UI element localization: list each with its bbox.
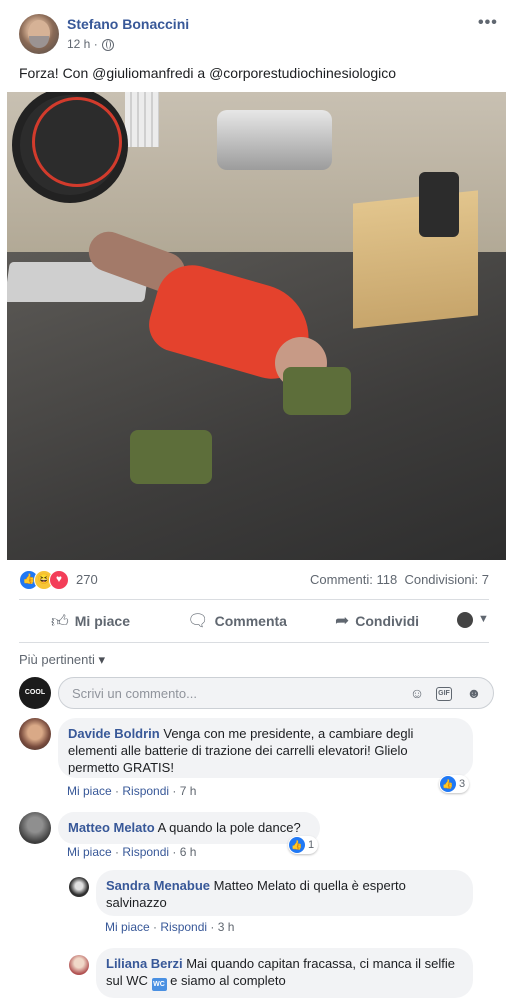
thumbs-up-icon: 👍︎	[51, 611, 69, 631]
reply-author[interactable]: Sandra Menabue	[106, 878, 210, 893]
reactions-bar: 👍 😆 ♥ 270 Commenti: 118 Condivisioni: 7	[19, 570, 489, 590]
post-photo[interactable]	[7, 92, 506, 560]
reply-bubble: Sandra Menabue Matteo Melato di quella è…	[96, 870, 473, 916]
love-reaction-icon[interactable]: ♥	[49, 570, 69, 590]
engagement-counts: Commenti: 118 Condivisioni: 7	[310, 572, 489, 587]
photo-radiator	[125, 92, 159, 147]
comment-author[interactable]: Matteo Melato	[68, 820, 155, 835]
comment-button[interactable]: 🗨︎ Commenta	[187, 600, 287, 642]
comment-bubble: Matteo Melato A quando la pole dance?	[58, 812, 320, 844]
comment-text: A quando la pole dance?	[157, 820, 301, 835]
photo-vibration-platform	[217, 110, 332, 170]
comment-bubble-icon: 🗨︎	[187, 611, 209, 630]
comment-input-placeholder: Scrivi un commento...	[72, 686, 197, 701]
audience-selector[interactable]: ▼	[457, 612, 491, 630]
comment-meta: Mi piace · Rispondi · 7 h	[67, 784, 197, 798]
time-separator: ·	[93, 37, 98, 51]
chevron-down-icon: ▾	[98, 652, 106, 667]
post-time-value[interactable]: 12 h	[67, 37, 90, 51]
comment-like-link[interactable]: Mi piace	[67, 784, 112, 798]
facebook-post: Stefano Bonaccini 12 h · ••• Forza! Con …	[0, 0, 508, 998]
commenter-avatar-label: COOL CONNECTION	[24, 689, 46, 696]
comment-reaction-count: 1	[308, 839, 315, 851]
chevron-down-icon: ▼	[478, 613, 489, 625]
like-reaction-icon: 👍	[440, 776, 456, 792]
comment-filter-label: Più pertinenti	[19, 652, 95, 667]
comment-button-label: Commenta	[214, 613, 287, 629]
sticker-icon[interactable]: ☻	[466, 685, 482, 701]
photo-trampoline-ring	[32, 97, 122, 187]
photo-pushup-bar-left	[130, 430, 212, 484]
comment-reply-link[interactable]: Rispondi	[122, 845, 169, 859]
photo-pushup-bar-right	[283, 367, 351, 415]
comment-avatar[interactable]	[19, 718, 51, 750]
commenter-avatar[interactable]: COOL CONNECTION	[19, 677, 51, 709]
reply-time[interactable]: 3 h	[218, 920, 235, 934]
reply-reply-link[interactable]: Rispondi	[160, 920, 207, 934]
comment-time[interactable]: 7 h	[180, 784, 197, 798]
photo-trampoline	[12, 92, 128, 203]
comment-bubble: Davide Boldrin Venga con me presidente, …	[58, 718, 473, 778]
page-avatar	[457, 612, 473, 628]
gif-icon[interactable]: GIF	[436, 687, 452, 701]
like-button[interactable]: 👍︎ Mi piace	[51, 600, 130, 642]
comment-avatar[interactable]	[19, 812, 51, 844]
reaction-count[interactable]: 270	[76, 572, 98, 587]
reply-author[interactable]: Liliana Berzi	[106, 956, 183, 971]
emoji-icon[interactable]: ☺	[409, 685, 425, 701]
divider	[19, 642, 489, 643]
comment-meta: Mi piace · Rispondi · 6 h	[67, 845, 197, 859]
post-header: Stefano Bonaccini 12 h · •••	[0, 0, 508, 60]
comment-time[interactable]: 6 h	[180, 845, 197, 859]
like-button-label: Mi piace	[74, 613, 131, 629]
comment-reactions[interactable]: 👍 1	[288, 836, 319, 854]
avatar-beard	[29, 36, 49, 48]
reply-avatar[interactable]	[69, 955, 89, 975]
comment-reply-link[interactable]: Rispondi	[122, 784, 169, 798]
share-count[interactable]: Condivisioni: 7	[404, 572, 489, 587]
author-name[interactable]: Stefano Bonaccini	[67, 16, 189, 32]
comment-input[interactable]: Scrivi un commento... ☺ GIF ☻	[58, 677, 494, 709]
reply-like-link[interactable]: Mi piace	[105, 920, 150, 934]
photo-dumbbell	[419, 172, 459, 237]
comment-reactions[interactable]: 👍 3	[439, 775, 470, 793]
more-options-icon[interactable]: •••	[478, 14, 498, 32]
comment-author[interactable]: Davide Boldrin	[68, 726, 160, 741]
photo-plyo-box	[353, 190, 478, 329]
share-button-label: Condividi	[355, 613, 420, 629]
reply-meta: Mi piace · Rispondi · 3 h	[105, 920, 235, 934]
author-avatar[interactable]	[19, 14, 59, 54]
reply-avatar[interactable]	[69, 877, 89, 897]
comment-reaction-count: 3	[459, 778, 466, 790]
share-button[interactable]: ➦ Condividi	[335, 600, 419, 642]
comment-filter[interactable]: Più pertinenti ▾	[19, 652, 105, 668]
reply-text-end: e siamo al completo	[170, 973, 286, 988]
comment-like-link[interactable]: Mi piace	[67, 845, 112, 859]
post-actions: 👍︎ Mi piace 🗨︎ Commenta ➦ Condividi ▼	[19, 600, 489, 642]
share-arrow-icon: ➦	[335, 611, 350, 630]
like-reaction-icon: 👍	[289, 837, 305, 853]
post-timestamp[interactable]: 12 h ·	[67, 37, 98, 51]
comment-count[interactable]: Commenti: 118	[310, 572, 397, 587]
post-text: Forza! Con @giuliomanfredi a @corporestu…	[19, 65, 397, 81]
reply-bubble: Liliana Berzi Mai quando capitan fracass…	[96, 948, 473, 998]
globe-icon[interactable]	[102, 39, 114, 51]
